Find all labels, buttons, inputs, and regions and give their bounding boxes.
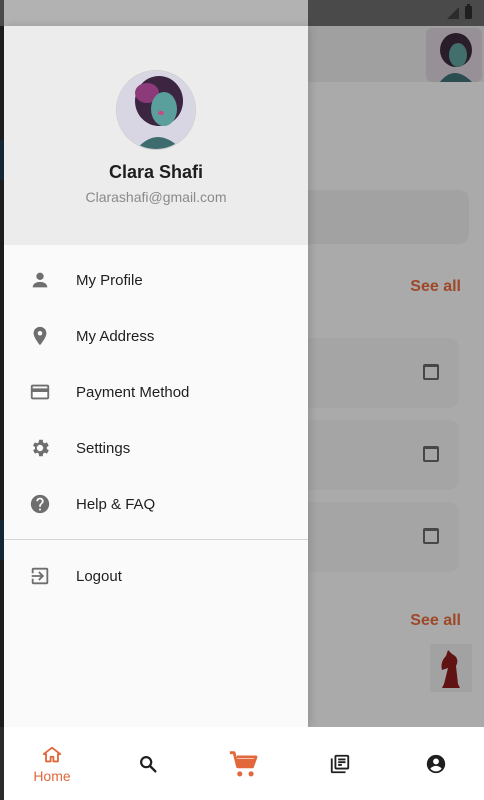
profile-email: Clarashafi@gmail.com [85, 189, 227, 205]
search-icon [140, 755, 157, 773]
status-icons [447, 4, 472, 19]
bottom-navigation: Home [4, 727, 484, 800]
menu-item-label: Payment Method [76, 383, 190, 401]
person-icon [4, 269, 76, 291]
navigation-drawer: Clara Shafi Clarashafi@gmail.com My Prof… [4, 26, 308, 727]
menu-item-payment-method[interactable]: Payment Method [4, 364, 308, 420]
nav-account[interactable] [388, 727, 484, 800]
drawer-menu: My Profile My Address Payment Method Set… [4, 252, 308, 532]
cart-icon [229, 750, 258, 776]
credit-card-icon [4, 381, 76, 403]
location-pin-icon [4, 325, 76, 347]
menu-item-label: My Profile [76, 271, 143, 289]
nav-home-label: Home [33, 767, 71, 784]
profile-avatar[interactable] [116, 70, 196, 150]
nav-search[interactable] [100, 727, 196, 800]
menu-item-my-profile[interactable]: My Profile [4, 252, 308, 308]
menu-item-label: Logout [76, 567, 122, 585]
status-bar [0, 0, 484, 26]
gear-icon [4, 437, 76, 459]
nav-home[interactable]: Home [4, 727, 100, 800]
menu-item-settings[interactable]: Settings [4, 420, 308, 476]
battery-icon [465, 4, 472, 19]
help-circle-icon [4, 493, 76, 515]
drawer-logout: Logout [4, 548, 308, 604]
menu-item-help-faq[interactable]: Help & FAQ [4, 476, 308, 532]
nav-cart[interactable] [196, 727, 292, 800]
menu-item-label: Settings [76, 439, 131, 457]
menu-item-label: My Address [76, 327, 155, 345]
drawer-header: Clara Shafi Clarashafi@gmail.com [4, 26, 308, 245]
profile-name: Clara Shafi [108, 162, 204, 182]
home-icon [42, 746, 62, 762]
menu-item-logout[interactable]: Logout [4, 548, 308, 604]
logout-icon [4, 565, 76, 587]
account-icon [426, 754, 446, 773]
orders-icon [330, 754, 350, 773]
signal-icon [447, 7, 459, 19]
menu-divider [4, 539, 308, 540]
menu-item-my-address[interactable]: My Address [4, 308, 308, 364]
status-bar-drawer-area [4, 0, 308, 26]
menu-item-label: Help & FAQ [76, 495, 156, 513]
nav-orders[interactable] [292, 727, 388, 800]
